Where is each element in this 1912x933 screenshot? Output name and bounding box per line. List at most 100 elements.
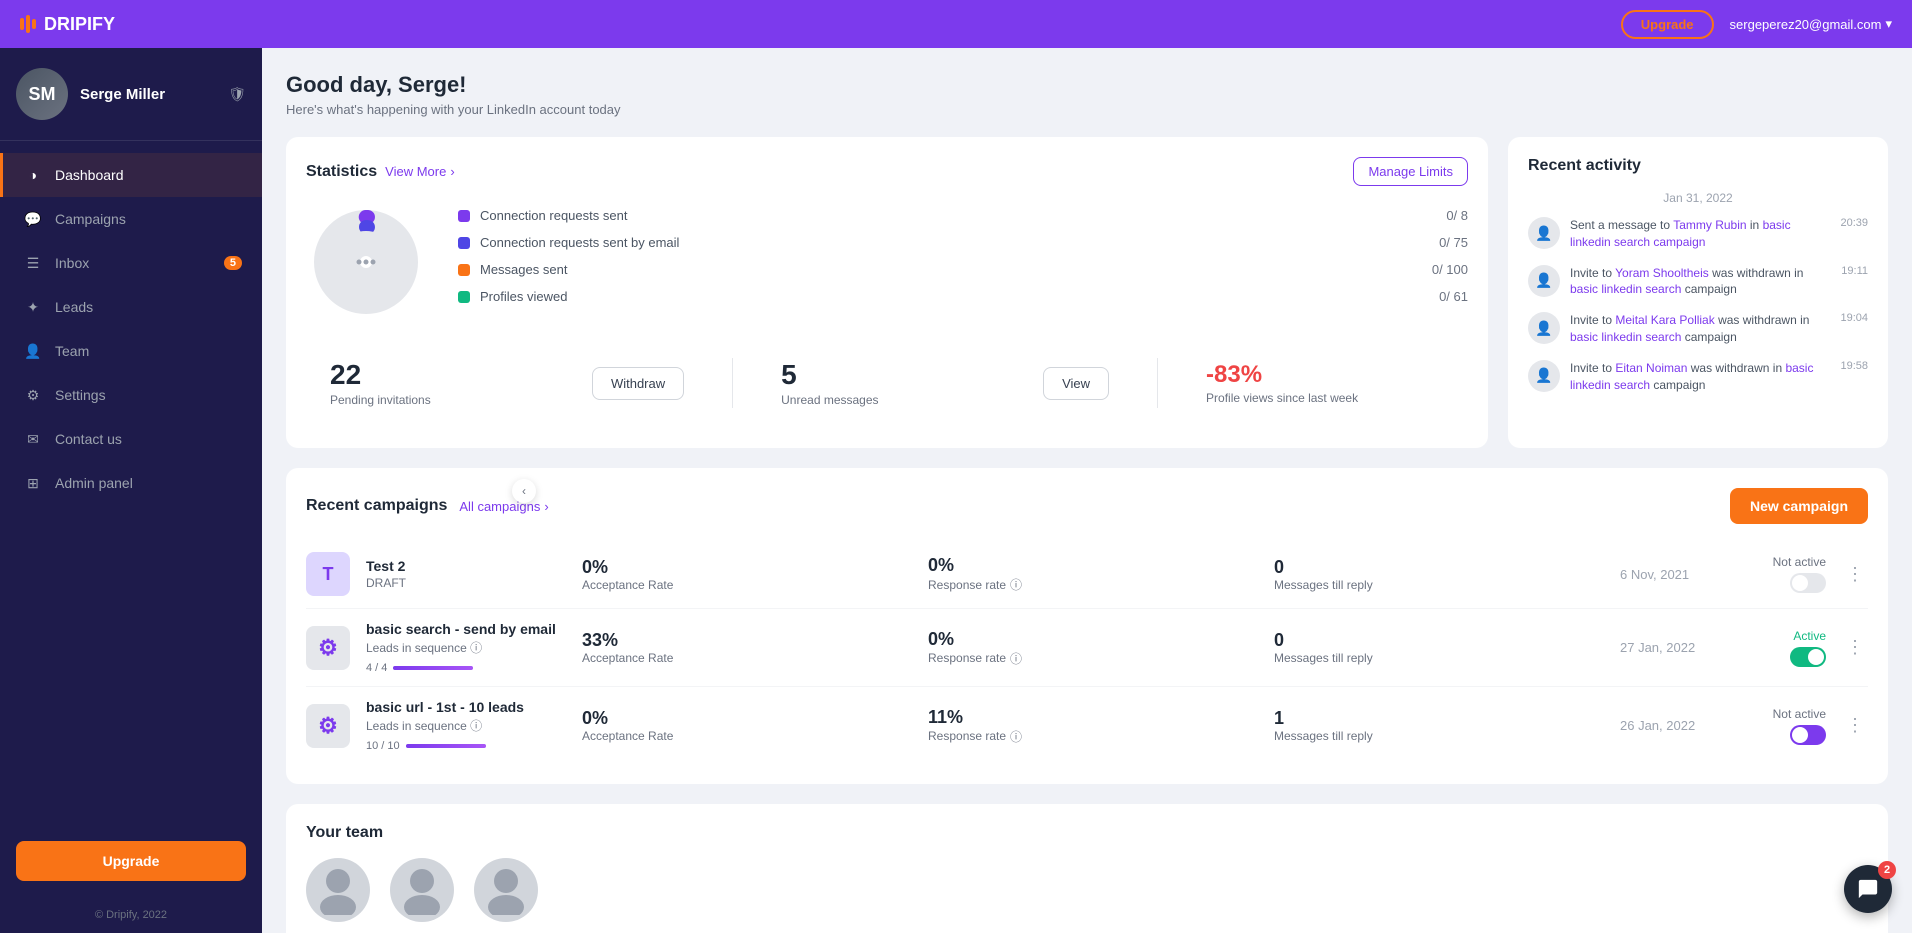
campaign-more-2[interactable]: ⋮ <box>1842 633 1868 662</box>
status-badge-3: Not active <box>1736 707 1826 721</box>
activity-person-link[interactable]: Tammy Rubin <box>1673 218 1746 232</box>
view-more-link[interactable]: View More › <box>385 164 455 179</box>
campaign-stat-acceptance-3: 0% Acceptance Rate <box>582 708 912 743</box>
activity-avatar-2: 👤 <box>1528 265 1560 297</box>
sidebar-item-label: Team <box>55 343 89 359</box>
acceptance-label-3: Acceptance Rate <box>582 729 912 743</box>
activity-campaign-link[interactable]: basic linkedin search <box>1570 282 1681 296</box>
campaign-toggle-3[interactable]: .toggle.off[style] { background: #7c3aed… <box>1790 725 1826 745</box>
sidebar-item-label: Inbox <box>55 255 89 271</box>
activity-text-4: Invite to Eitan Noiman was withdrawn in … <box>1570 360 1830 394</box>
progress-bar-3 <box>406 744 486 748</box>
legend-value-3: 0/ 100 <box>1432 262 1468 277</box>
messages-till-reply-1: 0 <box>1274 557 1604 578</box>
acceptance-rate-1: 0% <box>582 557 912 578</box>
sidebar-item-campaigns[interactable]: 💬 Campaigns <box>0 197 262 241</box>
activity-person-link[interactable]: Yoram Shooltheis <box>1615 266 1709 280</box>
campaign-info-3: basic url - 1st - 10 leads Leads in sequ… <box>366 699 566 752</box>
legend-item-connections: Connection requests sent 0/ 8 <box>458 208 1468 223</box>
campaign-more-3[interactable]: ⋮ <box>1842 711 1868 740</box>
campaign-date-3: 26 Jan, 2022 <box>1620 718 1720 733</box>
logo-stripe-3 <box>32 19 36 29</box>
campaign-sub-3: Leads in sequence ⓘ <box>366 717 566 734</box>
dashboard-icon: ◑ <box>23 165 43 185</box>
main-layout: SM Serge Miller 🛡 ◑ Dashboard 💬 Campaign… <box>0 48 1912 933</box>
sidebar-item-contact-us[interactable]: ✉ Contact us <box>0 417 262 461</box>
chat-badge: 2 <box>1878 861 1896 879</box>
campaign-stat-messages-1: 0 Messages till reply <box>1274 557 1604 592</box>
metric-divider-2 <box>1157 358 1158 408</box>
main-content: Good day, Serge! Here's what's happening… <box>262 48 1912 933</box>
acceptance-label-2: Acceptance Rate <box>582 651 912 665</box>
campaign-more-1[interactable]: ⋮ <box>1842 560 1868 589</box>
shield-icon: 🛡 <box>228 86 246 103</box>
view-button[interactable]: View <box>1043 367 1109 400</box>
upgrade-button[interactable]: Upgrade <box>1621 10 1714 39</box>
legend-label-4: Profiles viewed <box>480 289 567 304</box>
toggle-wrap-1 <box>1736 573 1826 593</box>
all-campaigns-link[interactable]: All campaigns › <box>459 499 548 514</box>
sidebar-item-inbox[interactable]: ☰ Inbox 5 <box>0 241 262 285</box>
profile-views-label: Profile views since last week <box>1206 391 1444 405</box>
chevron-right-icon: › <box>544 499 548 514</box>
sidebar-item-dashboard[interactable]: ◑ Dashboard <box>0 153 262 197</box>
activity-person-link[interactable]: Meital Kara Polliak <box>1615 313 1714 327</box>
campaign-status-2: Active <box>1736 629 1826 667</box>
team-avatar-2 <box>390 858 454 922</box>
user-email-dropdown[interactable]: sergeperez20@gmail.com ▾ <box>1730 16 1892 32</box>
legend-value-2: 0/ 75 <box>1439 235 1468 250</box>
legend-item-email-connections: Connection requests sent by email 0/ 75 <box>458 235 1468 250</box>
progress-fill-3 <box>406 744 486 748</box>
campaign-status-3: Not active .toggle.off[style] { backgrou… <box>1736 707 1826 745</box>
avatar-placeholder: SM <box>16 68 68 120</box>
manage-limits-button[interactable]: Manage Limits <box>1353 157 1468 186</box>
team-member-2 <box>390 858 454 930</box>
campaign-toggle-2[interactable] <box>1790 647 1826 667</box>
campaign-status-1: Not active <box>1736 555 1826 593</box>
response-label-3: Response rate ⓘ <box>928 728 1258 745</box>
activity-item-2: 👤 Invite to Yoram Shooltheis was withdra… <box>1528 265 1868 299</box>
unread-number: 5 <box>781 359 797 390</box>
team-member-1 <box>306 858 370 930</box>
topnav-right: Upgrade sergeperez20@gmail.com ▾ <box>1621 10 1892 39</box>
greeting-title: Good day, Serge! <box>286 72 1888 98</box>
sidebar-upgrade-button[interactable]: Upgrade <box>16 841 246 881</box>
sidebar-collapse-button[interactable]: ‹ <box>512 479 536 503</box>
messages-label-1: Messages till reply <box>1274 578 1604 592</box>
sidebar-item-label: Dashboard <box>55 167 124 183</box>
activity-person-link[interactable]: Eitan Noiman <box>1615 361 1687 375</box>
campaigns-title: Recent campaigns <box>306 497 447 515</box>
withdraw-button[interactable]: Withdraw <box>592 367 684 400</box>
campaign-stat-acceptance-1: 0% Acceptance Rate <box>582 557 912 592</box>
chat-bubble[interactable]: 2 <box>1844 865 1892 913</box>
progress-bar-2 <box>393 666 473 670</box>
unread-label: Unread messages <box>781 393 1019 407</box>
sidebar-item-settings[interactable]: ⚙ Settings <box>0 373 262 417</box>
legend-value-1: 0/ 8 <box>1446 208 1468 223</box>
legend-dot-3 <box>458 264 470 276</box>
campaigns-section: Recent campaigns All campaigns › New cam… <box>286 468 1888 784</box>
sidebar-item-label: Contact us <box>55 431 122 447</box>
team-icon: 👤 <box>23 341 43 361</box>
logo-stripe-2 <box>26 15 30 33</box>
stats-title-row: Statistics View More › <box>306 163 455 181</box>
response-rate-1: 0% <box>928 555 1258 576</box>
info-icon: ⓘ <box>1010 576 1022 593</box>
campaign-toggle-1[interactable] <box>1790 573 1826 593</box>
sidebar-item-admin-panel[interactable]: ⊞ Admin panel <box>0 461 262 505</box>
info-icon: ⓘ <box>1010 728 1022 745</box>
chevron-down-icon: ▾ <box>1885 16 1892 32</box>
sidebar-item-team[interactable]: 👤 Team <box>0 329 262 373</box>
legend-item-messages: Messages sent 0/ 100 <box>458 262 1468 277</box>
campaign-stat-acceptance-2: 33% Acceptance Rate <box>582 630 912 665</box>
response-label-1: Response rate ⓘ <box>928 576 1258 593</box>
activity-campaign-link[interactable]: basic linkedin search <box>1570 361 1813 392</box>
activity-title: Recent activity <box>1528 157 1641 175</box>
avatar: SM <box>16 68 68 120</box>
chevron-right-icon: › <box>450 164 454 179</box>
sidebar-item-leads[interactable]: ✦ Leads <box>0 285 262 329</box>
sidebar: SM Serge Miller 🛡 ◑ Dashboard 💬 Campaign… <box>0 48 262 933</box>
new-campaign-button[interactable]: New campaign <box>1730 488 1868 524</box>
info-icon: ⓘ <box>470 641 482 655</box>
activity-campaign-link[interactable]: basic linkedin search <box>1570 330 1681 344</box>
